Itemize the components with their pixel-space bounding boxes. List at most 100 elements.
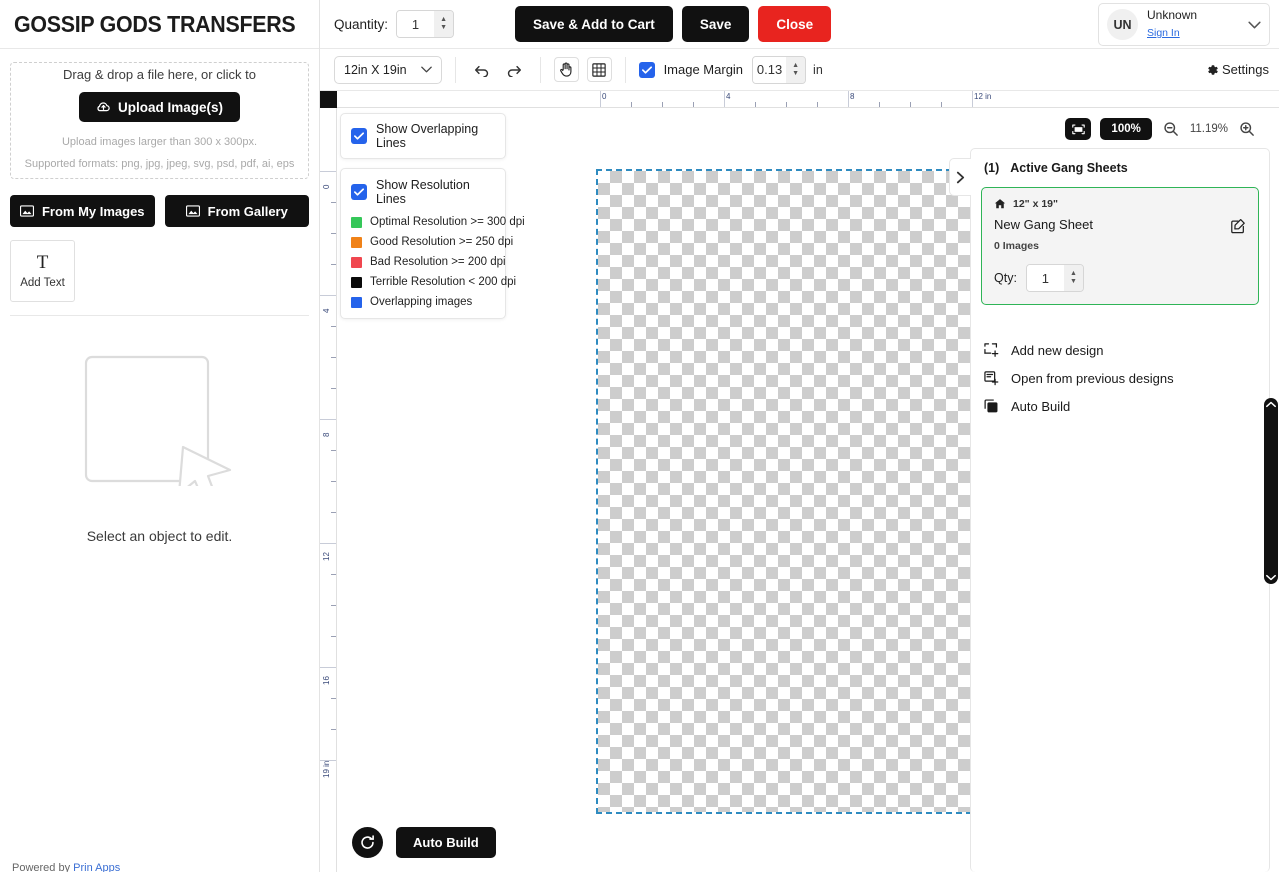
from-my-images-label: From My Images [41,203,145,219]
show-resolution-lines-checkbox[interactable] [351,184,367,200]
chevron-up-icon[interactable] [1266,401,1276,408]
vertical-scrollbar[interactable] [1264,398,1278,584]
save-and-add-to-cart-button[interactable]: Save & Add to Cart [515,6,673,42]
image-margin-label: Image Margin [663,62,744,77]
chevron-right-icon[interactable] [949,158,971,196]
legend-swatch [351,256,362,268]
show-resolution-lines-row[interactable]: Show Resolution Lines [351,178,495,208]
dropzone-heading: Drag & drop a file here, or click to [63,67,256,83]
show-overlapping-lines-label: Show Overlapping Lines [376,122,479,150]
chevron-down-icon[interactable] [1248,21,1261,29]
settings-button[interactable]: Settings [1205,62,1269,77]
legend-item: Overlapping images [351,296,495,308]
sheet-size-select[interactable]: 12in X 19in [334,55,442,84]
powered-by-footer: Powered by Prin Apps [12,862,120,872]
chevron-down-icon[interactable] [1266,574,1276,581]
account-menu[interactable]: UN Unknown Sign In [1098,3,1270,46]
current-zoom-value: 11.19% [1189,123,1228,135]
quantity-stepper[interactable]: ▲ ▼ [396,10,455,38]
image-margin-input[interactable] [753,56,787,83]
legend-swatch [351,236,362,248]
show-overlapping-lines-row[interactable]: Show Overlapping Lines [340,113,506,159]
edit-icon[interactable] [1230,218,1246,234]
refresh-icon[interactable] [352,827,383,858]
avatar: UN [1107,9,1138,40]
show-resolution-lines-label: Show Resolution Lines [376,178,470,206]
image-icon [185,205,200,217]
quantity-spin-buttons[interactable]: ▲ ▼ [434,11,454,37]
margin-spin-buttons[interactable]: ▲ ▼ [786,56,806,83]
gang-sheet-builder-app: GOSSIP GODS TRANSFERS Drag & drop a file… [0,0,1279,872]
cursor-select-icon [80,346,240,486]
zoom-controls: 100% 11.19% [1065,118,1257,140]
close-button[interactable]: Close [758,6,832,42]
account-name: Unknown [1147,8,1198,22]
from-gallery-button[interactable]: From Gallery [164,195,309,227]
auto-build-icon [984,398,1000,414]
spin-down-icon[interactable]: ▼ [440,24,447,31]
legend-label: Bad Resolution >= 200 dpi [370,256,506,268]
legend-label: Terrible Resolution < 200 dpi [370,276,517,288]
auto-build-panel-button[interactable]: Auto Build [984,392,1269,420]
gang-sheet-card[interactable]: 12" x 19" New Gang Sheet 0 Images Qty: ▲… [981,187,1259,305]
toolbar-separator [539,56,541,83]
grid-icon[interactable] [586,57,612,82]
ruler-label: 4 [726,92,731,101]
active-gang-sheets-panel: (1) Active Gang Sheets 12" x 19" New Gan… [949,148,1270,872]
horizontal-ruler: 0 4 8 12 in [337,91,1279,108]
add-new-design-button[interactable]: Add new design [984,336,1269,364]
gang-sheet-image-count: 0 Images [994,240,1039,252]
upload-images-button[interactable]: Upload Image(s) [78,92,240,123]
zoom-in-icon[interactable] [1237,119,1257,139]
empty-state-message: Select an object to edit. [86,528,233,544]
add-design-icon [984,342,1000,358]
zoom-preset-button[interactable]: 100% [1100,118,1152,140]
page-title: GOSSIP GODS TRANSFERS [14,10,296,37]
upload-button-label: Upload Image(s) [117,99,223,115]
gang-sheet-qty-stepper[interactable]: ▲ ▼ [1025,264,1084,292]
gang-sheet-qty-input[interactable] [1026,265,1064,291]
spin-down-icon[interactable]: ▼ [1070,278,1077,285]
gang-sheet-name: New Gang Sheet [994,217,1094,232]
add-text-button[interactable]: T Add Text [10,240,75,302]
open-previous-designs-label: Open from previous designs [1011,370,1174,386]
spin-up-icon[interactable]: ▲ [792,62,799,69]
spin-down-icon[interactable]: ▼ [792,70,799,77]
undo-button[interactable] [469,57,494,82]
object-empty-state: Select an object to edit. [0,346,319,544]
vertical-ruler: 0 4 8 12 16 19 in [320,108,337,872]
gang-sheet-qty-spin-buttons[interactable]: ▲ ▼ [1063,265,1083,291]
ruler-label: 8 [850,92,855,101]
save-button[interactable]: Save [681,6,750,42]
spin-up-icon[interactable]: ▲ [1070,270,1077,277]
ruler-label: 12 [322,552,331,561]
show-overlapping-lines-checkbox[interactable] [351,128,367,144]
open-previous-icon [984,370,1000,386]
open-previous-designs-button[interactable]: Open from previous designs [984,364,1269,392]
legend-swatch [351,216,362,228]
gang-sheet-dimensions-row: 12" x 19" [994,198,1246,210]
legend-panels: Show Overlapping Lines Show Resolution L… [340,113,525,319]
ruler-label: 12 in [974,92,992,101]
gang-sheet-qty-label: Qty: [994,271,1017,285]
sign-in-link[interactable]: Sign In [1147,27,1180,39]
gang-sheet-canvas[interactable] [596,169,972,814]
redo-button[interactable] [502,57,527,82]
auto-build-button[interactable]: Auto Build [396,827,496,858]
ruler-label: 8 [322,432,331,437]
resolution-legend-card: Show Resolution Lines Optimal Resolution… [340,168,525,319]
quantity-input[interactable] [397,11,435,37]
file-dropzone[interactable]: Drag & drop a file here, or click to Upl… [10,62,309,179]
spin-up-icon[interactable]: ▲ [440,16,447,23]
legend-item: Terrible Resolution < 200 dpi [351,276,516,288]
zoom-out-icon[interactable] [1161,119,1181,139]
ruler-label: 0 [322,184,331,189]
image-margin-checkbox[interactable] [638,61,655,78]
from-my-images-button[interactable]: From My Images [10,195,155,227]
hand-pan-icon[interactable] [553,57,579,82]
ruler-label: 19 in [322,760,331,778]
fit-to-screen-icon[interactable] [1065,118,1092,140]
gang-sheet-qty-row: Qty: ▲ ▼ [994,264,1246,292]
image-margin-stepper[interactable]: ▲ ▼ [752,55,807,84]
powered-by-link[interactable]: Prin Apps [73,862,120,872]
